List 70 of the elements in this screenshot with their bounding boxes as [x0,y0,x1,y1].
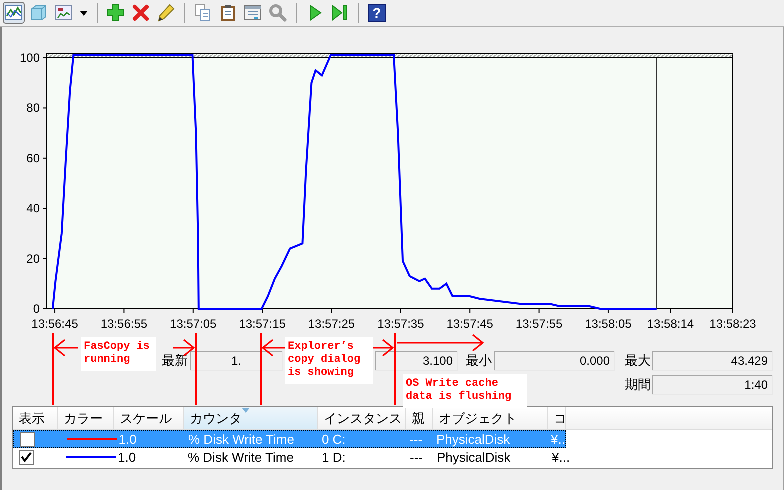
stat-field: 1:40 [652,375,773,395]
y-tick-label: 20 [26,252,40,266]
step-icon [331,4,349,22]
x-tick-label: 13:57:45 [446,317,494,331]
stat-field: 1. [190,351,283,371]
annotation-tooltip: OS Write cache data is flushing [403,374,527,408]
show-checkbox[interactable] [20,432,35,446]
delete-button[interactable] [130,2,152,24]
magnifier-icon [269,4,287,22]
arrow [54,339,79,357]
table-cell-text: PhysicalDisk [436,450,512,464]
marker-line [260,333,262,405]
table-cell-text: % Disk Write Time [188,432,296,446]
column-header[interactable]: コ [548,407,566,429]
column-header[interactable]: カラー [58,407,114,429]
stat-label: 期間 [625,376,652,394]
x-tick-label: 13:57:05 [170,317,217,331]
x-tick-label: 13:58:05 [585,317,632,331]
y-tick-label: 100 [20,51,40,66]
pencil-icon [157,4,175,22]
stat-label: 最新 [162,352,189,370]
x-tick-label: 13:56:45 [32,317,78,331]
table-cell-text: --- [408,432,424,446]
add-button[interactable] [105,2,127,24]
x-tick-label: 13:57:35 [378,317,424,331]
sort-arrow-icon [242,408,250,413]
line-graph-icon [5,4,23,22]
table-cell-text: 1 D: [321,450,347,464]
stat-label: 最小 [466,352,493,370]
report-icon [55,4,73,22]
arrow [371,339,394,357]
annotation-tooltip: FasCopy is running [81,337,156,371]
copy-icon [194,4,212,22]
table-cell-text: ¥.. [550,432,565,446]
y-tick-label: 60 [26,151,40,166]
marker-line [52,333,54,405]
stat-field: 43.429 [652,351,773,371]
column-header[interactable]: カウンタ [184,407,318,429]
y-tick-label: 0 [33,302,40,316]
x-tick-label: 13:58:23 [710,317,756,331]
table-cell-text: --- [409,450,424,464]
y-tick-label: 40 [26,202,40,216]
table-cell-text: PhysicalDisk [435,432,512,446]
y-tick-label: 80 [26,101,40,116]
marker-line [195,333,197,405]
x-tick-label: 13:57:25 [308,317,356,331]
cross-icon [132,4,150,22]
x-tick-label: 13:58:14 [647,317,694,331]
x-tick-label: 13:56:55 [100,317,148,331]
arrow [262,339,286,357]
stat-field: 0.000 [494,351,615,371]
clipboard-icon [219,4,237,22]
table-cell-text: % Disk Write Time [187,450,295,464]
table-cell-text: 0 C: [320,432,347,446]
table-cell-text: 1.0 [118,432,138,446]
table-cell-text: 1.0 [117,450,138,464]
x-tick-label: 13:57:15 [239,317,286,331]
cube-icon [30,4,48,22]
show-checkbox[interactable] [19,450,34,464]
line-graph-button[interactable] [3,2,25,24]
caret-icon [80,10,88,16]
column-header[interactable]: 表示 [13,407,58,429]
stat-field: 3.100 [375,351,458,371]
help-button[interactable]: ? [366,2,388,24]
plus-icon [107,4,125,22]
stat-label: 最大 [625,352,652,370]
window-icon [244,4,262,22]
marker-line [394,333,396,405]
annotation-tooltip: Explorer’s copy dialog is showing [285,337,373,384]
x-tick-label: 13:57:55 [516,317,563,331]
